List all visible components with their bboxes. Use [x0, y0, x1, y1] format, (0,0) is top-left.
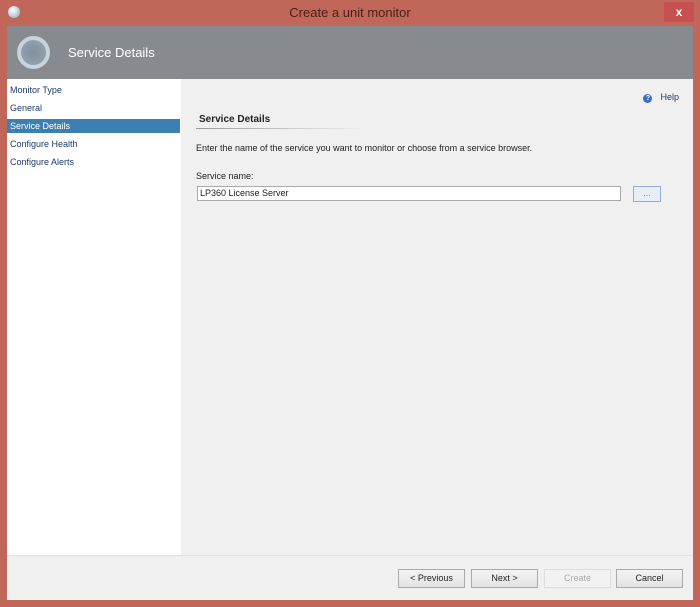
footer: < Previous Next > Create Cancel	[7, 555, 693, 600]
window-title: Create a unit monitor	[289, 5, 411, 20]
cancel-button[interactable]: Cancel	[616, 569, 683, 588]
service-name-input[interactable]: LP360 License Server	[197, 186, 621, 201]
nav-item-configure-alerts[interactable]: Configure Alerts	[7, 155, 180, 169]
next-button[interactable]: Next >	[471, 569, 538, 588]
help-label: Help	[660, 92, 679, 102]
service-name-label: Service name:	[196, 171, 254, 181]
wizard-nav: Monitor Type General Service Details Con…	[7, 79, 181, 555]
nav-item-monitor-type[interactable]: Monitor Type	[7, 83, 180, 97]
title-bar: Create a unit monitor x	[0, 0, 700, 26]
section-title: Service Details	[199, 114, 271, 125]
wizard-ring-icon	[17, 36, 50, 69]
nav-item-configure-health[interactable]: Configure Health	[7, 137, 180, 151]
browse-button[interactable]: ...	[633, 186, 661, 202]
header-title: Service Details	[68, 45, 155, 60]
nav-item-service-details[interactable]: Service Details	[7, 119, 180, 133]
nav-item-general[interactable]: General	[7, 101, 180, 115]
close-button[interactable]: x	[664, 2, 694, 22]
help-icon: ?	[643, 94, 653, 103]
wizard-header: Service Details	[7, 26, 693, 79]
create-button: Create	[544, 569, 611, 588]
previous-button[interactable]: < Previous	[398, 569, 465, 588]
content-panel: ? Help Service Details Enter the name of …	[181, 79, 693, 555]
section-divider	[196, 128, 361, 129]
description: Enter the name of the service you want t…	[196, 143, 533, 153]
help-link[interactable]: ? Help	[643, 92, 679, 103]
